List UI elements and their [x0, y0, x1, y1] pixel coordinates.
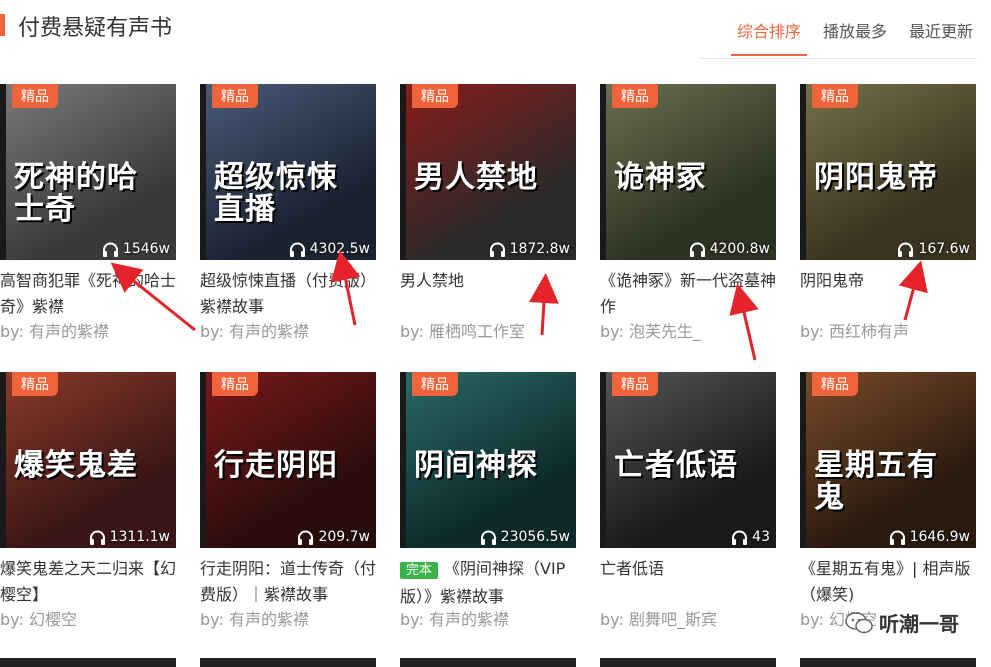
- annotation-arrows: [110, 250, 928, 361]
- watermark: 听潮一哥: [845, 608, 959, 637]
- watermark-text: 听潮一哥: [879, 612, 959, 636]
- wechat-icon: [845, 611, 873, 633]
